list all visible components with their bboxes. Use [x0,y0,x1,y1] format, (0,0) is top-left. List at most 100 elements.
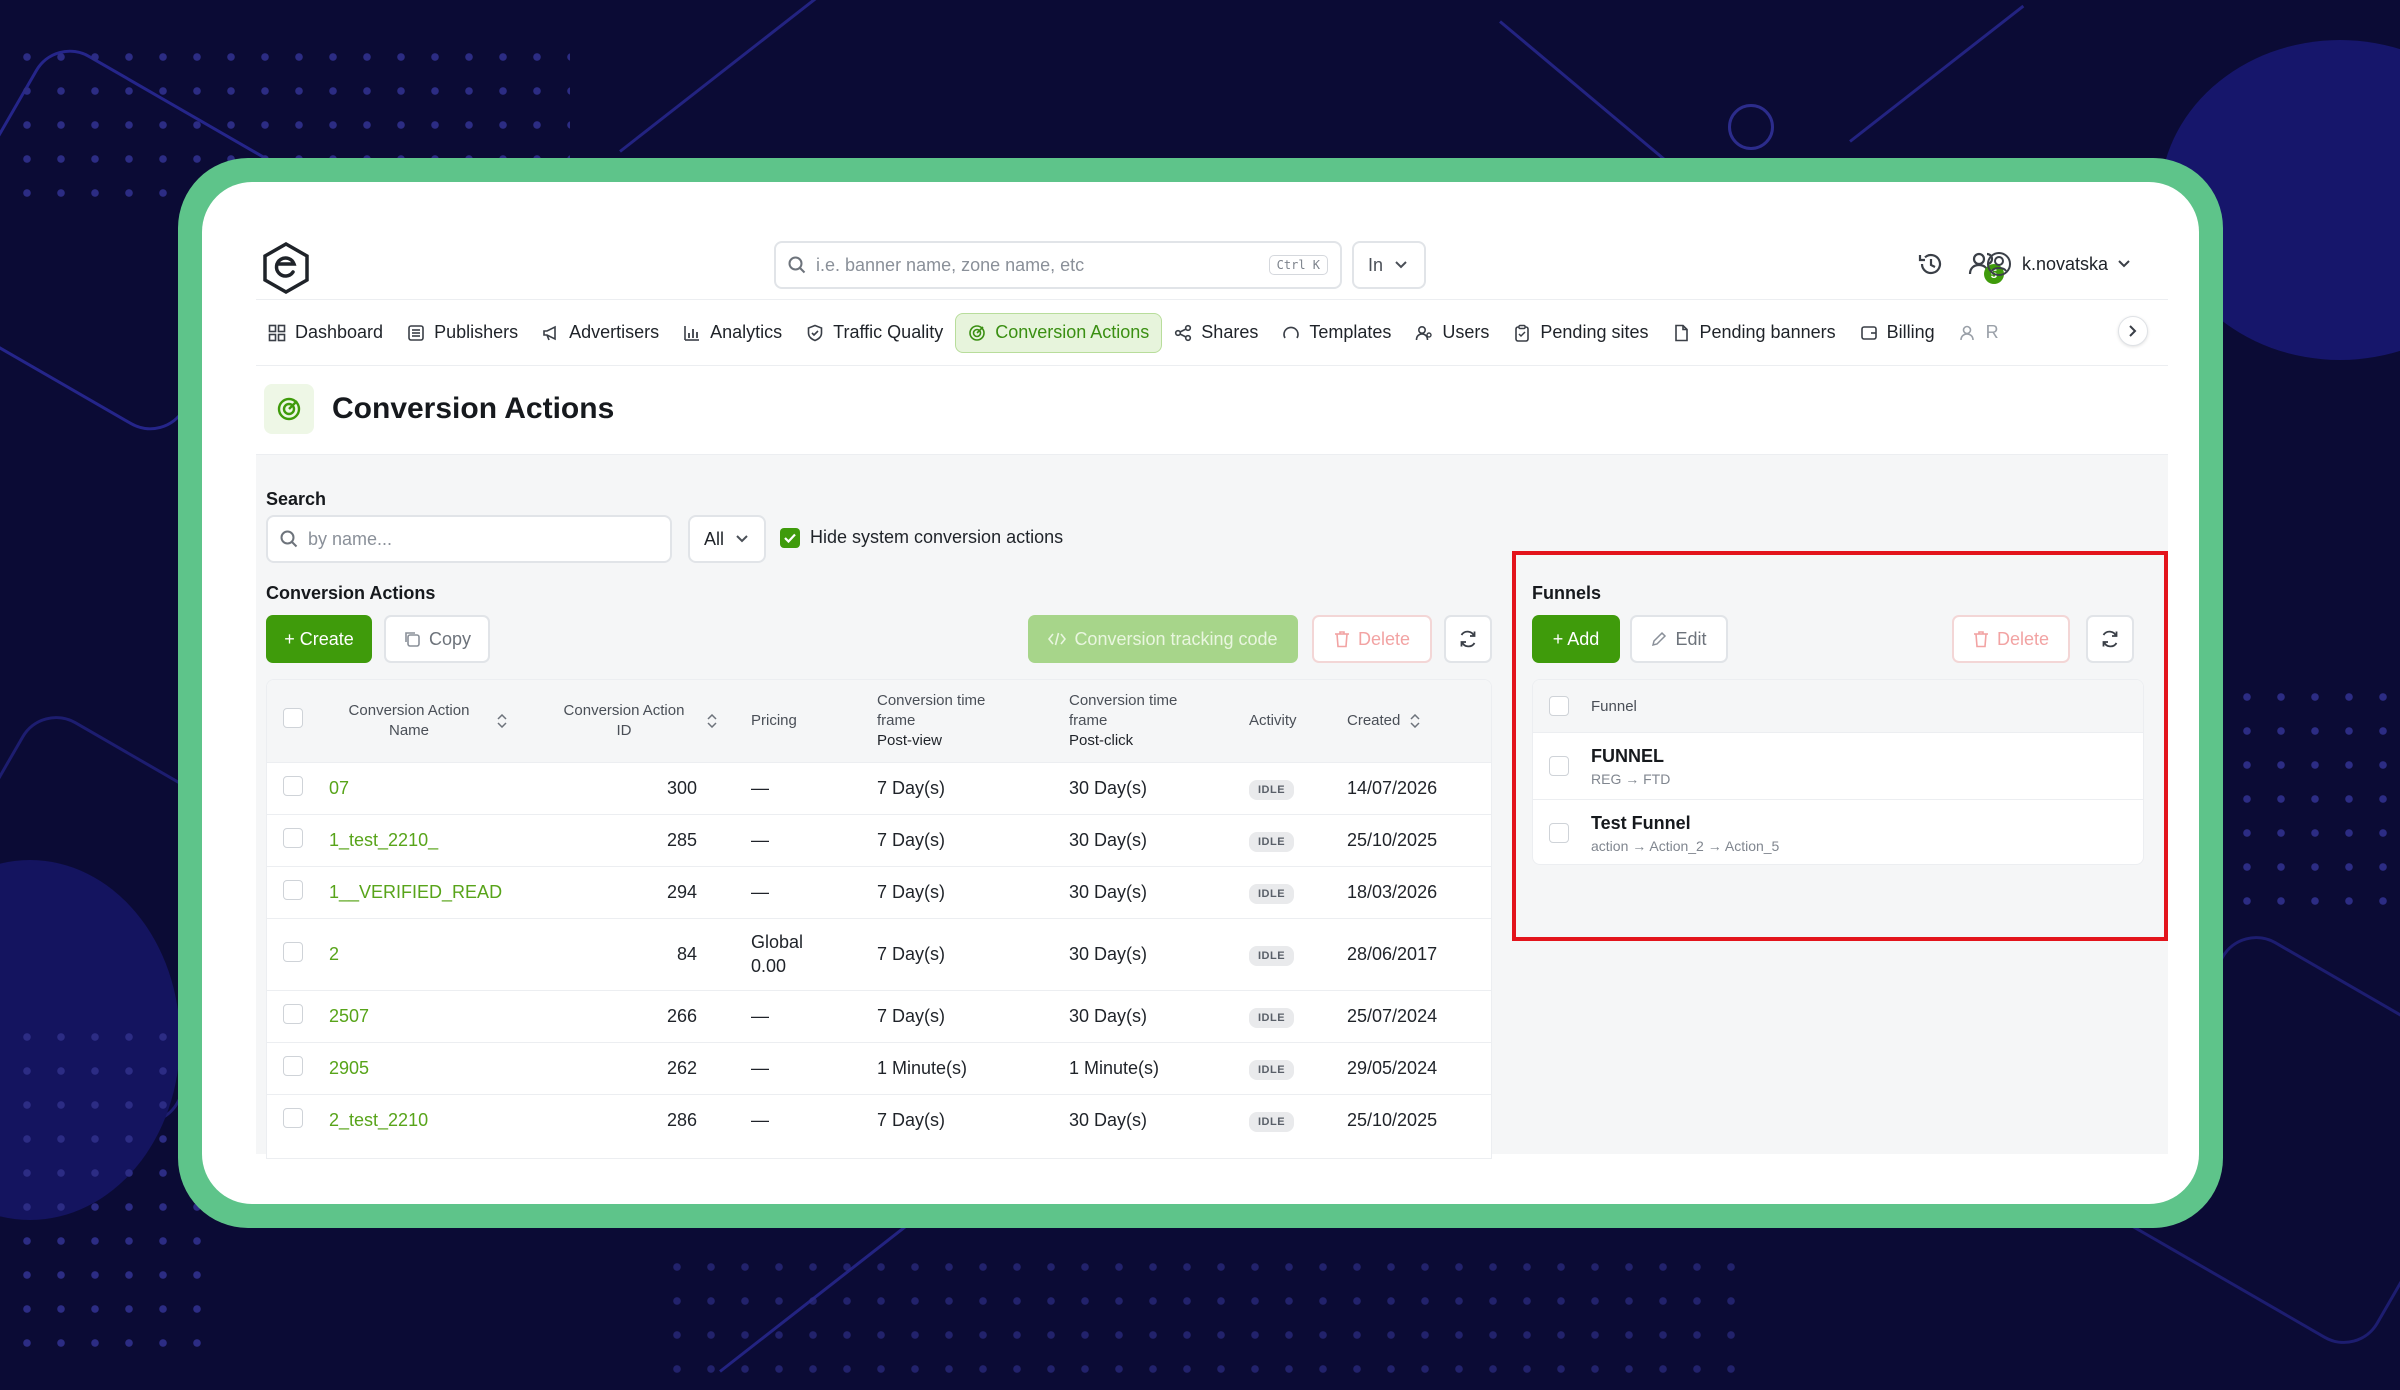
cell-name[interactable]: 2507 [323,990,523,1042]
table-row[interactable]: 2507 266 — 7 Day(s) 30 Day(s) IDLE 25/07… [267,990,1491,1042]
cell-post-view: 1 Minute(s) [877,1057,968,1078]
table-row[interactable]: 2_test_2210 286 — 7 Day(s) 30 Day(s) IDL… [267,1094,1491,1146]
cell-post-view: 7 Day(s) [877,1109,946,1130]
cell-name[interactable]: 2_test_2210 [323,1094,523,1146]
create-button[interactable]: + Create [266,615,372,663]
row-checkbox[interactable] [283,827,303,848]
cell-name[interactable]: 07 [323,762,523,814]
row-checkbox[interactable] [283,941,303,962]
nav-item-truncated[interactable]: R [1947,313,2011,353]
row-checkbox[interactable] [283,1107,303,1128]
conversion-tracking-code-button[interactable]: Conversion tracking code [1028,615,1298,663]
cell-id: 285 [666,829,697,850]
select-all-checkbox[interactable] [283,707,303,728]
table-row[interactable]: 2 84 Global 0.00 7 Day(s) 30 Day(s) IDLE… [267,918,1491,990]
cell-pricing: — [751,777,769,798]
file-icon [1675,324,1689,341]
chevron-down-icon [736,535,748,543]
page-title: Conversion Actions [332,392,615,425]
nav-item-dashboard[interactable]: Dashboard [256,313,395,353]
app-card: i.e. banner name, zone name, etc Ctrl K … [202,182,2199,1204]
app-logo-icon[interactable] [262,242,310,294]
table-row[interactable]: 1_test_2210_ 285 — 7 Day(s) 30 Day(s) ID… [267,814,1491,866]
row-checkbox[interactable] [283,1003,303,1024]
sort-icon[interactable] [1410,713,1420,728]
nav-item-billing[interactable]: Billing [1848,313,1947,353]
add-funnel-button[interactable]: + Add [1532,615,1620,663]
nav-item-pending-banners[interactable]: Pending banners [1660,313,1847,353]
copy-button[interactable]: Copy [384,615,490,663]
cell-post-view: 7 Day(s) [877,881,946,902]
activity-badge: IDLE [1249,945,1295,966]
cell-name[interactable]: 1__VERIFIED_READ [323,866,523,918]
nav-item-shares[interactable]: Shares [1162,313,1270,353]
activity-badge: IDLE [1249,1059,1295,1080]
select-all-funnels-checkbox[interactable] [1549,696,1569,716]
nav-item-conversion-actions[interactable]: Conversion Actions [955,312,1163,353]
table-row[interactable]: 1__VERIFIED_READ 294 — 7 Day(s) 30 Day(s… [267,866,1491,918]
global-search-placeholder: i.e. banner name, zone name, etc [816,254,1085,275]
bar-chart-icon [684,325,700,341]
cell-id: 286 [666,1109,697,1130]
delete-funnel-button[interactable]: Delete [1952,615,2070,663]
user-avatar-icon [1987,252,2011,276]
row-checkbox[interactable] [283,1055,303,1076]
bg-dots [660,1250,1740,1380]
app: i.e. banner name, zone name, etc Ctrl K … [256,228,2168,1159]
funnel-row[interactable]: Test Funnel action → Action_2 → Action_5 [1533,799,2143,864]
search-icon [280,530,298,548]
funnel-title[interactable]: FUNNEL [1591,746,1670,767]
table-row[interactable]: 07 300 — 7 Day(s) 30 Day(s) IDLE 14/07/2… [267,762,1491,814]
nav-item-analytics[interactable]: Analytics [671,313,794,353]
table-row[interactable]: 2905 262 — 1 Minute(s) 1 Minute(s) IDLE … [267,1042,1491,1094]
nav-scroll-right-button[interactable] [2118,316,2148,346]
trash-icon [1973,631,1988,648]
hide-system-toggle[interactable]: Hide system conversion actions [780,527,1063,548]
global-search-input[interactable]: i.e. banner name, zone name, etc Ctrl K [774,241,1342,289]
cell-name[interactable]: 2 [323,918,523,990]
nav-item-publishers[interactable]: Publishers [395,313,530,353]
cell-pricing: Global 0.00 [733,918,861,990]
refresh-icon [2102,630,2118,648]
hide-system-checkbox[interactable] [780,527,800,548]
history-icon[interactable] [1916,250,1944,278]
delete-button[interactable]: Delete [1312,615,1432,663]
cell-name[interactable]: 2905 [323,1042,523,1094]
megaphone-icon [543,325,556,340]
app-frame: i.e. banner name, zone name, etc Ctrl K … [178,158,2223,1228]
user-menu[interactable]: k.novatska [1986,242,2130,286]
search-scope-select[interactable]: In [1352,241,1426,289]
row-checkbox[interactable] [1549,823,1569,843]
nav-label: Publishers [434,322,519,342]
chevron-down-icon [2118,260,2130,268]
cell-pricing: — [751,1005,769,1026]
nav-item-traffic-quality[interactable]: Traffic Quality [794,313,955,353]
refresh-icon [1460,630,1476,648]
nav-label: Shares [1201,322,1259,342]
refresh-button[interactable] [1444,615,1492,663]
nav-item-pending-sites[interactable]: Pending sites [1501,313,1660,353]
type-filter-select[interactable]: All [688,515,766,563]
sort-icon[interactable] [707,713,717,728]
row-checkbox[interactable] [283,879,303,900]
search-input[interactable]: by name... [266,515,672,563]
cell-name[interactable]: 1_test_2210_ [323,814,523,866]
nav-item-users[interactable]: Users [1403,313,1501,353]
cell-post-view: 7 Day(s) [877,943,946,964]
cell-post-click: 30 Day(s) [1069,943,1148,964]
copy-button-label: Copy [428,628,472,649]
funnel-row[interactable]: FUNNEL REG → FTD [1533,732,2143,799]
cell-created: 14/07/2026 [1347,777,1438,798]
sort-icon[interactable] [497,713,507,728]
funnel-title[interactable]: Test Funnel [1591,813,1779,834]
delete-button-label: Delete [1357,628,1411,649]
cell-id: 266 [666,1005,697,1026]
users-icon [1416,325,1433,340]
row-checkbox[interactable] [1549,756,1569,776]
edit-funnel-button[interactable]: Edit [1630,615,1728,663]
column-header-post-click-sub: Post-click [1069,731,1134,749]
nav-item-advertisers[interactable]: Advertisers [530,313,671,353]
refresh-funnels-button[interactable] [2086,615,2134,663]
nav-item-templates[interactable]: Templates [1270,313,1403,353]
row-checkbox[interactable] [283,775,303,796]
